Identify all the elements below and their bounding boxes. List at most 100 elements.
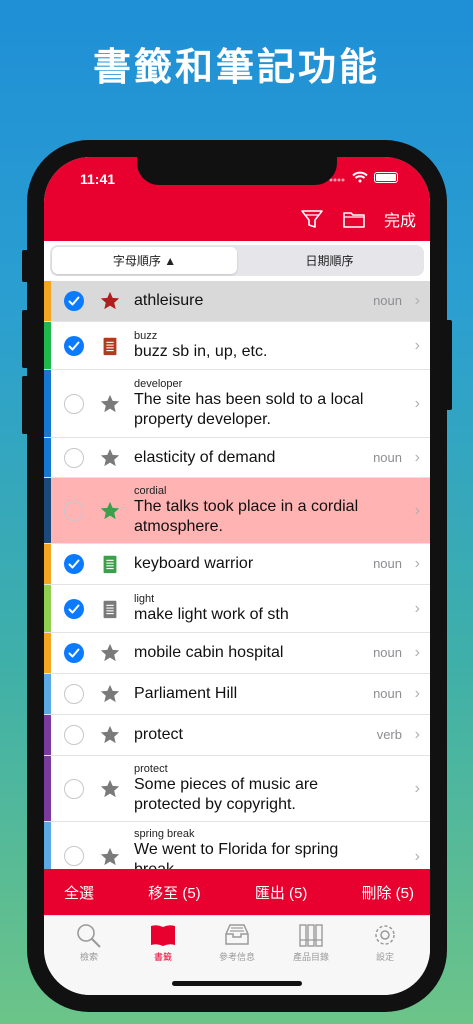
entry-text: We went to Florida for spring break.	[134, 841, 339, 869]
chevron-right-icon: ›	[414, 726, 420, 743]
star-icon	[100, 448, 120, 466]
entry-text: make light work of sth	[134, 605, 289, 623]
chevron-right-icon: ›	[414, 336, 420, 354]
checkbox-unchecked[interactable]	[64, 500, 84, 521]
list-item[interactable]: buzz buzz sb in, up, etc. ›	[44, 322, 430, 370]
star-icon	[100, 725, 120, 744]
checkbox-checked[interactable]	[64, 291, 84, 311]
entry-text: Some pieces of music are protected by co…	[134, 775, 319, 813]
list-item[interactable]: Parliament Hill noun ›	[44, 674, 430, 715]
entry-text: The site has been sold to a local proper…	[134, 390, 364, 428]
tab-search[interactable]: 檢索	[52, 916, 126, 995]
list-item[interactable]: cordial The talks took place in a cordia…	[44, 478, 430, 544]
entry-headword: buzz	[134, 329, 158, 342]
chevron-right-icon: ›	[414, 779, 420, 797]
note-icon	[103, 555, 117, 574]
note-icon	[103, 337, 117, 355]
checkbox-checked[interactable]	[64, 598, 84, 619]
chevron-right-icon: ›	[414, 644, 420, 661]
list-item[interactable]: light make light work of sth ›	[44, 585, 430, 633]
entry-headword: cordial	[134, 484, 167, 497]
list-item[interactable]: spring break We went to Florida for spri…	[44, 822, 430, 869]
delete-button[interactable]: 刪除 (5)	[361, 882, 414, 903]
part-of-speech: verb	[376, 727, 402, 742]
tab-label: 檢索	[79, 952, 98, 962]
list-item[interactable]: protect verb ›	[44, 715, 430, 756]
checkbox-unchecked[interactable]	[64, 447, 84, 468]
tab-label: 產品目錄	[292, 952, 329, 962]
checkbox-checked[interactable]	[64, 554, 84, 574]
filter-icon[interactable]	[300, 208, 324, 230]
app-screen: 11:41 完成 字母順序 ▲ 日期順序 athleisure noun › b…	[44, 157, 430, 995]
chevron-right-icon: ›	[414, 848, 420, 865]
home-indicator	[172, 981, 302, 986]
entry-text: Parliament Hill	[134, 685, 238, 702]
checkbox-unchecked[interactable]	[64, 725, 84, 745]
wifi-icon	[352, 171, 368, 183]
list-item[interactable]: mobile cabin hospital noun ›	[44, 633, 430, 674]
status-icons	[329, 171, 398, 183]
star-icon	[100, 847, 120, 866]
part-of-speech: noun	[373, 645, 402, 660]
part-of-speech: noun	[373, 686, 402, 701]
checkbox-checked[interactable]	[64, 643, 84, 663]
status-time: 11:41	[80, 171, 116, 187]
entry-text: elasticity of demand	[134, 448, 276, 466]
battery-icon	[374, 171, 398, 183]
search-icon	[77, 924, 101, 948]
note-icon	[103, 600, 117, 618]
list-item[interactable]: protect Some pieces of music are protect…	[44, 756, 430, 822]
part-of-speech: noun	[373, 293, 402, 308]
star-icon	[100, 684, 120, 703]
list-item[interactable]: athleisure noun ›	[44, 281, 430, 322]
promo-title: 書籤和筆記功能	[92, 45, 380, 89]
entry-headword: spring break	[134, 828, 195, 840]
checkbox-unchecked[interactable]	[64, 393, 84, 414]
entry-headword: protect	[134, 762, 168, 775]
checkbox-checked[interactable]	[64, 335, 84, 356]
chevron-right-icon: ›	[414, 685, 420, 702]
sort-alphabetical-tab[interactable]: 字母順序 ▲	[52, 247, 237, 274]
list-item[interactable]: keyboard warrior noun ›	[44, 544, 430, 585]
entry-text: The talks took place in a cordial atmosp…	[134, 497, 359, 535]
checkbox-unchecked[interactable]	[64, 684, 84, 704]
tab-label: 參考信息	[218, 952, 255, 962]
done-button[interactable]: 完成	[384, 207, 416, 231]
phone-frame: 11:41 完成 字母順序 ▲ 日期順序 athleisure noun › b…	[22, 140, 452, 1012]
folder-icon[interactable]	[342, 209, 366, 229]
select-all-button[interactable]: 全選	[64, 882, 94, 903]
tab-label: 設定	[375, 952, 394, 962]
move-button[interactable]: 移至 (5)	[148, 882, 201, 903]
entry-text: buzz sb in, up, etc.	[134, 342, 268, 360]
tab-settings[interactable]: 設定	[348, 916, 422, 995]
star-icon	[100, 643, 120, 662]
notch	[137, 157, 337, 185]
chevron-right-icon: ›	[414, 292, 420, 309]
chevron-right-icon: ›	[414, 599, 420, 617]
entry-text: mobile cabin hospital	[134, 644, 284, 661]
list-item[interactable]: developer The site has been sold to a lo…	[44, 370, 430, 438]
list-item[interactable]: elasticity of demand noun ›	[44, 438, 430, 478]
entry-text: athleisure	[134, 292, 204, 309]
entry-headword: light	[134, 592, 155, 605]
entry-text: protect	[134, 726, 183, 743]
entry-headword: developer	[134, 377, 183, 390]
entry-text: keyboard warrior	[134, 555, 254, 572]
tab-label: 書籤	[153, 952, 172, 962]
chevron-right-icon: ›	[414, 501, 420, 519]
sort-segmented-control: 字母順序 ▲ 日期順序	[50, 245, 424, 276]
books-icon	[299, 924, 323, 947]
sort-control-bar: 字母順序 ▲ 日期順序	[44, 241, 430, 281]
gear-icon	[375, 925, 395, 945]
edit-action-bar: 全選 移至 (5) 匯出 (5) 刪除 (5)	[44, 869, 430, 915]
book-icon	[151, 925, 175, 946]
star-icon	[100, 501, 120, 519]
checkbox-unchecked[interactable]	[64, 846, 84, 866]
star-icon	[100, 394, 120, 412]
export-button[interactable]: 匯出 (5)	[255, 882, 308, 903]
chevron-right-icon: ›	[414, 448, 420, 466]
chevron-right-icon: ›	[414, 394, 420, 412]
star-icon	[100, 291, 120, 310]
sort-date-tab[interactable]: 日期順序	[237, 247, 422, 274]
checkbox-unchecked[interactable]	[64, 778, 84, 799]
